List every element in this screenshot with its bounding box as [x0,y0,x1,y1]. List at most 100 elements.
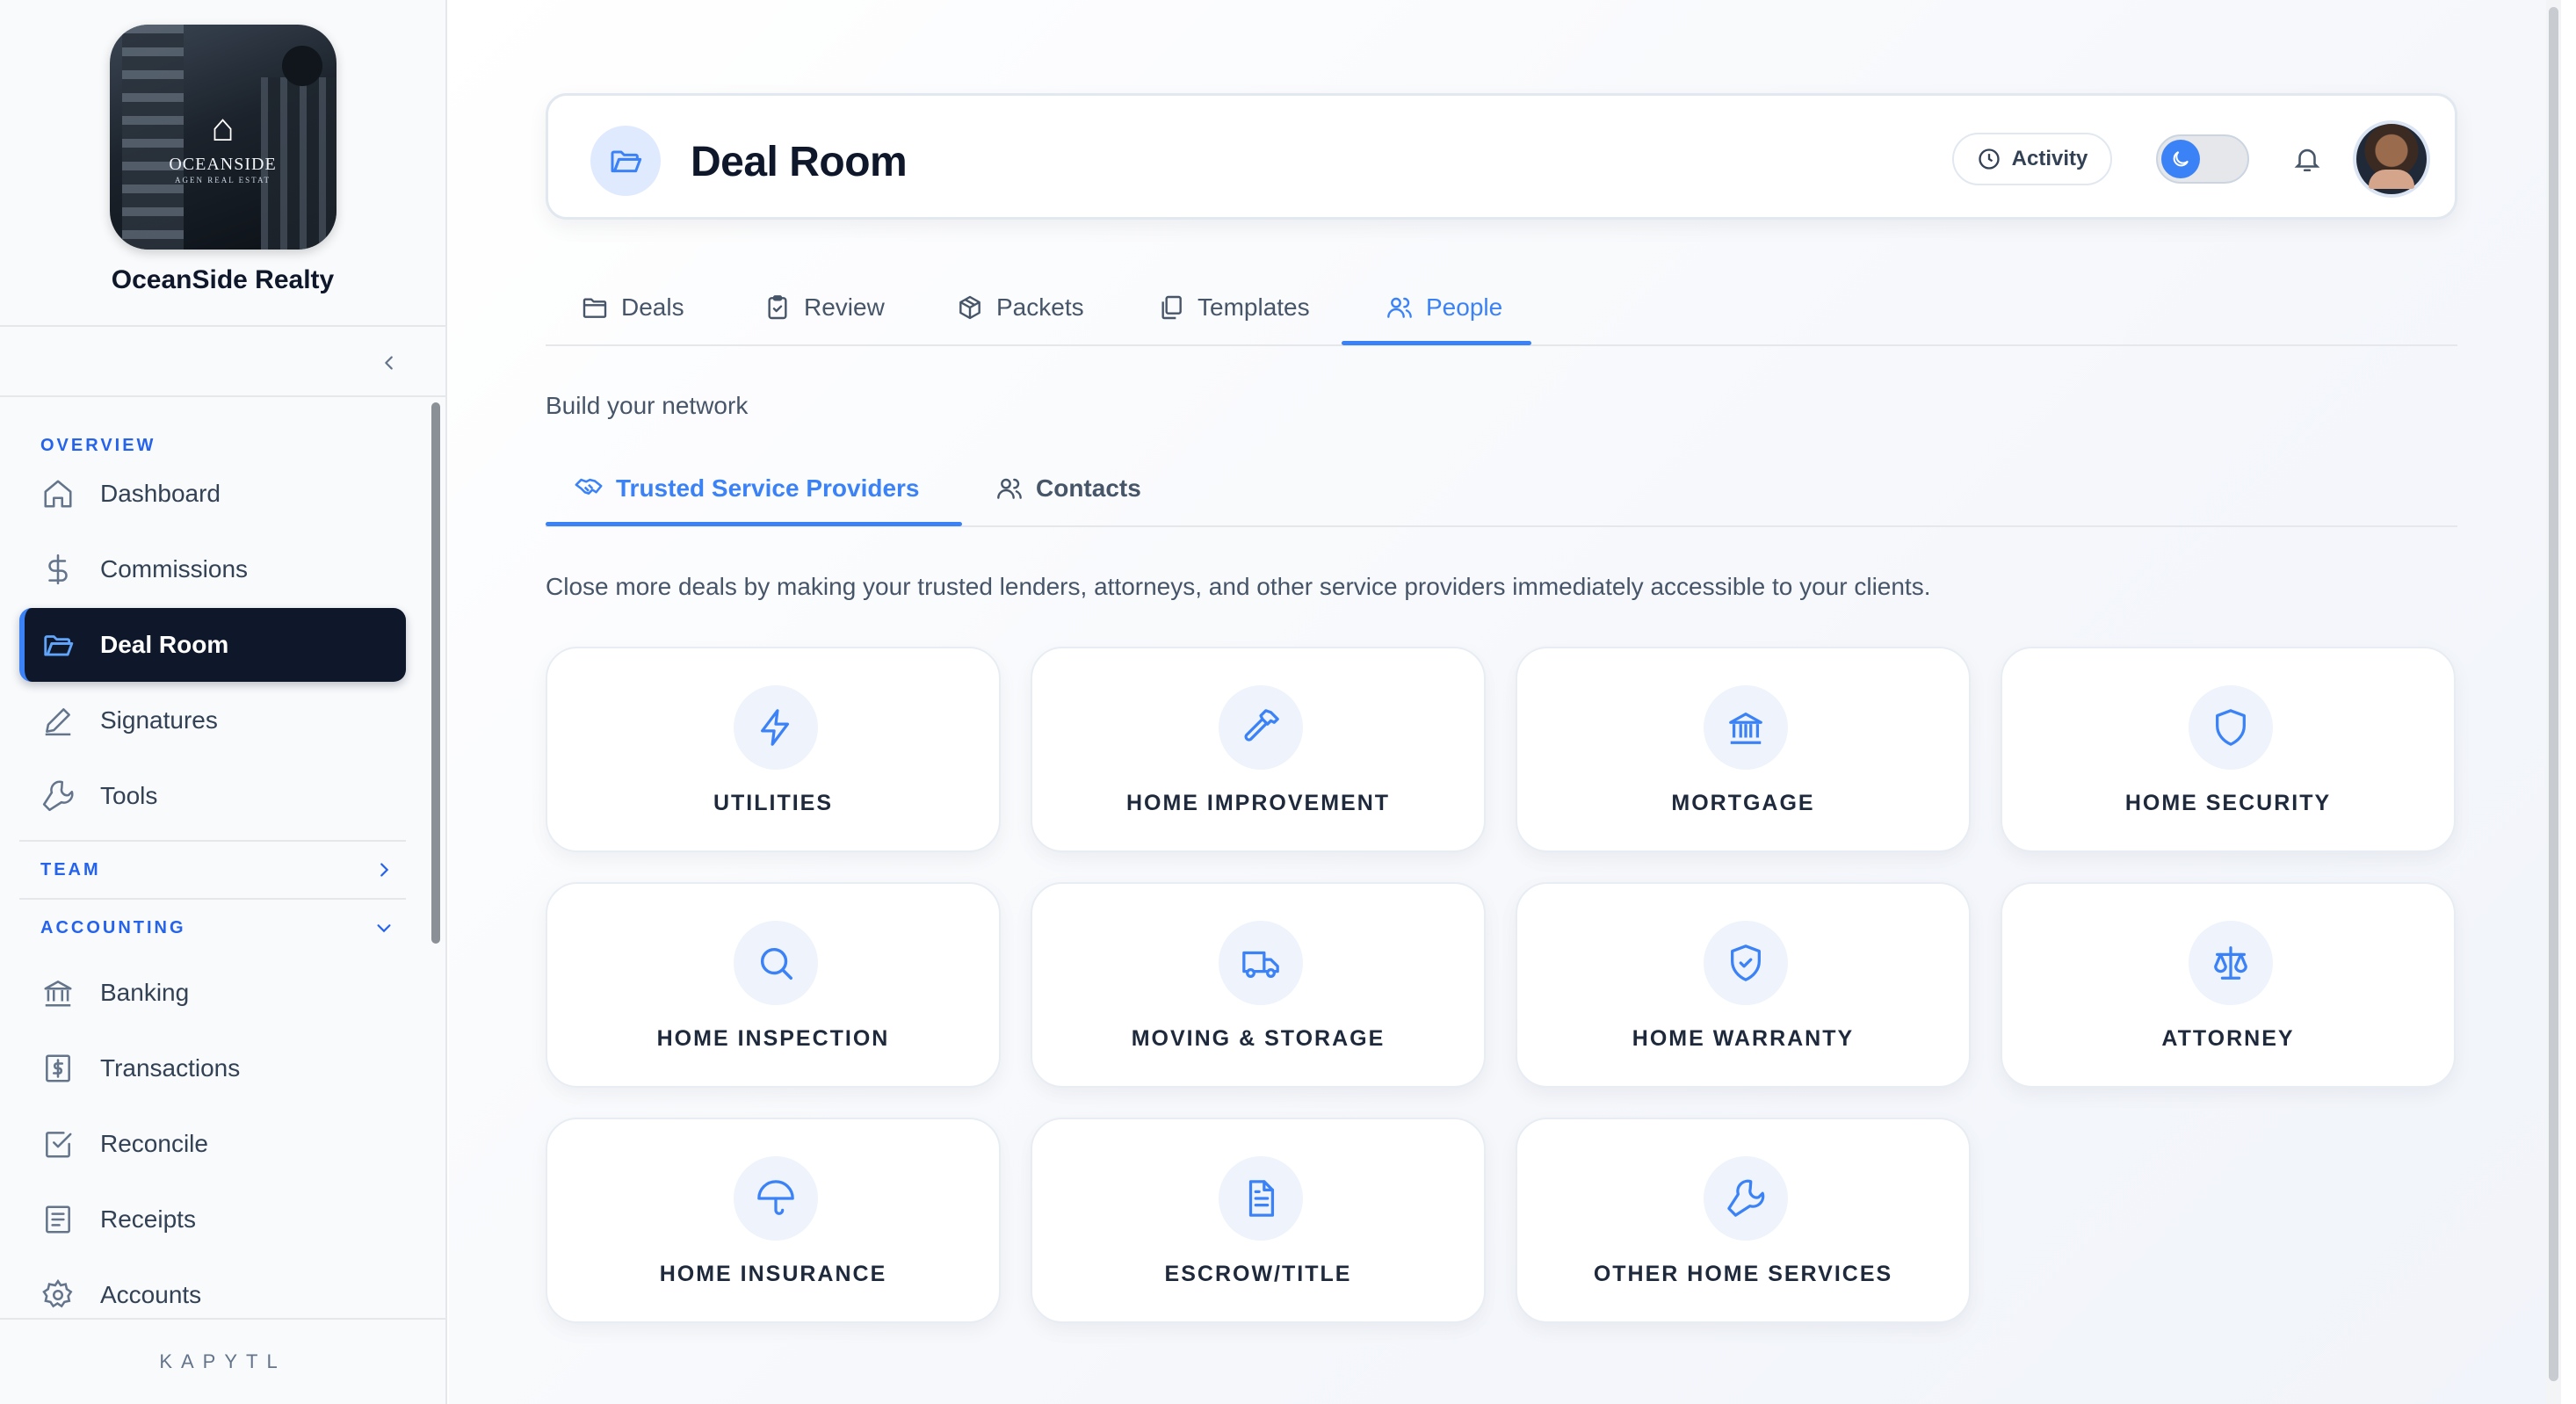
logo-house-icon: ⌂ [211,106,235,149]
provider-label: HOME IMPROVEMENT [1125,791,1391,815]
company-name: OceanSide Realty [111,265,335,294]
tab-label: People [1426,293,1503,321]
page-title: Deal Room [691,139,908,185]
sidebar-item-reconcile[interactable]: Reconcile [19,1107,406,1181]
tab-templates[interactable]: Templates [1157,269,1310,346]
logo-subtext: AGEN REAL ESTAT [175,176,271,185]
tab-people[interactable]: People [1386,269,1502,346]
section-subtitle: Build your network [546,392,749,419]
sidebar-item-banking[interactable]: Banking [19,956,406,1030]
provider-card-other-home-services[interactable]: OTHER HOME SERVICES [1516,1118,1971,1323]
main-content: Deal Room Activity Deals Review Packets … [449,0,2561,1404]
sidebar-item-tools[interactable]: Tools [19,759,406,833]
users-icon [1387,297,1412,318]
receipt-dollar-icon [40,1051,76,1086]
clipboard-check-icon [768,295,787,320]
provider-label: HOME INSURANCE [659,1262,887,1286]
sidebar-scrollbar[interactable] [431,402,440,944]
provider-label: OTHER HOME SERVICES [1593,1262,1893,1286]
chevron-down-icon [377,924,391,933]
provider-card-home-improvement[interactable]: HOME IMPROVEMENT [1031,647,1486,852]
provider-card-home-inspection[interactable]: HOME INSPECTION [546,882,1001,1088]
sidebar-item-label: Deal Room [100,631,229,658]
sidebar-item-label: Banking [100,979,190,1006]
folder-open-icon [590,126,661,196]
sidebar-item-label: Commissions [100,555,249,583]
collapse-sidebar-button[interactable] [374,348,404,378]
section-toggle-team[interactable]: TEAM [19,840,406,898]
folder-icon [582,298,607,318]
page-scrollbar[interactable] [2546,0,2561,1404]
shield-icon [2189,685,2273,770]
provider-card-home-warranty[interactable]: HOME WARRANTY [1516,882,1971,1088]
provider-card-attorney[interactable]: ATTORNEY [2001,882,2456,1088]
active-tab-indicator [1342,341,1531,345]
sidebar-item-label: Accounts [100,1281,202,1308]
people-subtabs: Trusted Service Providers Contacts [546,450,2457,527]
user-avatar[interactable] [2353,120,2430,198]
tab-label: Deals [621,293,684,321]
activity-label: Activity [2011,147,2088,170]
sidebar-item-dashboard[interactable]: Dashboard [19,457,406,531]
package-icon [959,295,980,320]
avatar-shirt [2369,170,2414,189]
provider-label: HOME WARRANTY [1632,1026,1855,1051]
folder-open-icon [40,627,76,662]
company-logo[interactable]: ⌂ OCEANSIDE AGEN REAL ESTAT [109,25,336,250]
provider-card-escrow-title[interactable]: ESCROW/TITLE [1031,1118,1486,1323]
gear-icon [40,1277,76,1313]
provider-card-home-insurance[interactable]: HOME INSURANCE [546,1118,1001,1323]
subtab-trusted-service-providers[interactable]: Trusted Service Providers [574,450,920,527]
pen-icon [40,703,76,738]
sidebar-item-accounts[interactable]: Accounts [19,1258,406,1318]
chevron-left-icon [385,356,393,370]
provider-card-utilities[interactable]: UTILITIES [546,647,1001,852]
page-header: Deal Room Activity [546,93,2457,220]
shield-check-icon [1704,921,1788,1005]
provider-card-home-security[interactable]: HOME SECURITY [2001,647,2456,852]
theme-toggle[interactable] [2156,134,2249,184]
dollar-icon [40,552,76,587]
sidebar-item-label: Receipts [100,1205,196,1233]
sidebar-item-commissions[interactable]: Commissions [19,532,406,606]
check-square-icon [40,1126,76,1162]
provider-label: UTILITIES [713,791,834,815]
provider-label: MORTGAGE [1671,791,1815,815]
tab-label: Packets [996,293,1084,321]
truck-icon [1219,921,1303,1005]
chevron-right-icon [380,863,389,877]
tab-review[interactable]: Review [763,269,885,346]
sidebar-item-signatures[interactable]: Signatures [19,684,406,757]
tab-deals[interactable]: Deals [581,269,684,346]
bank-icon [1704,685,1788,770]
users-icon [997,478,1022,499]
page-scrollbar-thumb[interactable] [2549,7,2558,1381]
collapse-row [0,327,445,397]
scale-icon [2189,921,2273,1005]
lightning-icon [734,685,818,770]
subtab-label: Contacts [1036,474,1141,502]
providers-description: Close more deals by making your trusted … [546,573,1931,600]
activity-button[interactable]: Activity [1952,133,2112,185]
brand-header: ⌂ OCEANSIDE AGEN REAL ESTAT OceanSide Re… [0,0,445,327]
section-label-accounting: ACCOUNTING [40,917,186,937]
bell-icon [2294,148,2320,172]
subtab-contacts[interactable]: Contacts [995,450,1141,527]
section-label-overview: OVERVIEW [40,436,156,455]
provider-card-mortgage[interactable]: MORTGAGE [1516,647,1971,852]
umbrella-icon [734,1156,818,1241]
sidebar-item-receipts[interactable]: Receipts [19,1183,406,1256]
home-icon [40,476,76,511]
provider-card-moving-storage[interactable]: MOVING & STORAGE [1031,882,1486,1088]
section-label-team: TEAM [40,859,101,879]
notifications-button[interactable] [2290,141,2325,177]
sidebar-item-deal-room[interactable]: Deal Room [19,608,406,682]
wrench-icon [1704,1156,1788,1241]
provider-label: ESCROW/TITLE [1164,1262,1352,1286]
sidebar-item-transactions[interactable]: Transactions [19,1031,406,1105]
section-toggle-accounting[interactable]: ACCOUNTING [19,898,406,956]
document-icon [1219,1156,1303,1241]
handshake-icon [575,478,603,495]
sidebar-footer-brand: KAPYTL [0,1318,445,1404]
tab-packets[interactable]: Packets [956,269,1084,346]
